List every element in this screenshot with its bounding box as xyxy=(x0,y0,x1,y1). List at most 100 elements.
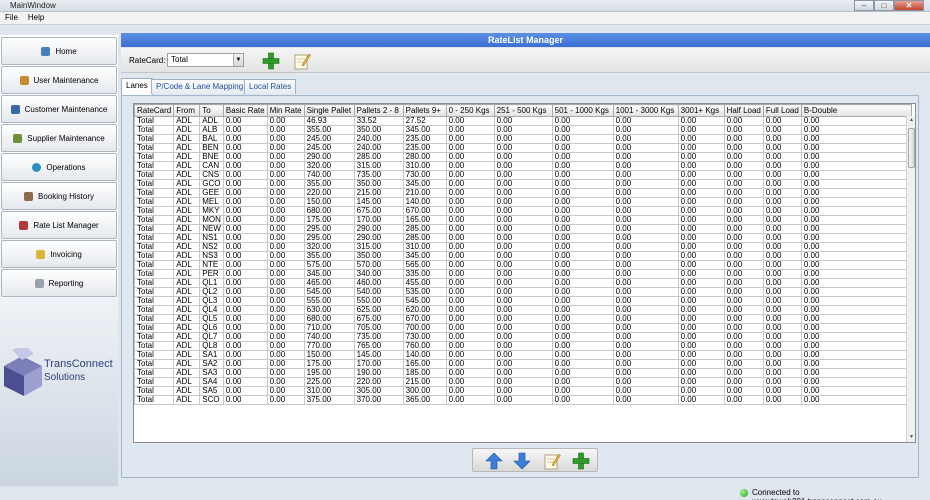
table-cell[interactable]: 0.00 xyxy=(445,341,495,351)
table-cell[interactable]: 0.00 xyxy=(677,206,725,216)
table-cell[interactable]: 0.00 xyxy=(222,170,268,180)
table-cell[interactable]: 0.00 xyxy=(612,233,679,243)
table-cell[interactable]: 0.00 xyxy=(551,350,614,360)
table-cell[interactable]: 46.93 xyxy=(303,116,355,126)
table-cell[interactable]: 770.00 xyxy=(303,341,355,351)
table-cell[interactable]: 0.00 xyxy=(222,197,268,207)
table-cell[interactable]: 355.00 xyxy=(303,179,355,189)
table-cell[interactable]: 0.00 xyxy=(551,368,614,378)
table-cell[interactable]: 0.00 xyxy=(266,305,305,315)
table-row[interactable]: Total ADL NS3 0.00 0.00 355.00 350.00 345.00 0.0… xyxy=(134,251,912,261)
table-cell[interactable]: 0.00 xyxy=(723,296,764,306)
table-cell[interactable]: 0.00 xyxy=(551,233,614,243)
table-cell[interactable]: 150.00 xyxy=(303,350,355,360)
table-cell[interactable]: 730.00 xyxy=(402,170,447,180)
table-cell[interactable]: 0.00 xyxy=(800,350,912,360)
table-cell[interactable]: 0.00 xyxy=(762,242,802,252)
table-cell[interactable]: 0.00 xyxy=(677,170,725,180)
table-cell[interactable]: 0.00 xyxy=(723,188,764,198)
table-cell[interactable]: 0.00 xyxy=(445,314,495,324)
table-cell[interactable]: 0.00 xyxy=(612,215,679,225)
table-cell[interactable]: 295.00 xyxy=(303,224,355,234)
table-cell[interactable]: 545.00 xyxy=(303,287,355,297)
table-cell[interactable]: Total xyxy=(134,359,175,369)
table-cell[interactable]: 625.00 xyxy=(353,305,404,315)
table-cell[interactable]: 0.00 xyxy=(612,332,679,342)
table-cell[interactable]: NTE xyxy=(199,260,224,270)
table-cell[interactable]: 0.00 xyxy=(266,197,305,207)
table-cell[interactable]: 0.00 xyxy=(723,125,764,135)
table-cell[interactable]: 370.00 xyxy=(353,395,404,405)
table-cell[interactable]: 0.00 xyxy=(677,314,725,324)
table-cell[interactable]: 0.00 xyxy=(222,125,268,135)
table-cell[interactable]: 0.00 xyxy=(266,233,305,243)
table-cell[interactable]: 240.00 xyxy=(353,143,404,153)
table-cell[interactable]: 0.00 xyxy=(800,386,912,396)
table-cell[interactable]: 0.00 xyxy=(762,359,802,369)
table-cell[interactable]: 0.00 xyxy=(762,368,802,378)
table-cell[interactable]: Total xyxy=(134,224,175,234)
column-header[interactable]: Pallets 2 - 8 xyxy=(353,104,404,117)
sidebar-item-operations[interactable]: Operations xyxy=(1,153,117,181)
table-cell[interactable]: 0.00 xyxy=(762,215,802,225)
table-cell[interactable]: 0.00 xyxy=(222,143,268,153)
table-cell[interactable]: 0.00 xyxy=(762,314,802,324)
table-cell[interactable]: 0.00 xyxy=(612,359,679,369)
table-cell[interactable]: GEE xyxy=(199,188,224,198)
table-cell[interactable]: 0.00 xyxy=(677,332,725,342)
table-cell[interactable]: 0.00 xyxy=(677,242,725,252)
table-cell[interactable]: Total xyxy=(134,386,175,396)
table-cell[interactable]: 0.00 xyxy=(723,233,764,243)
table-cell[interactable]: 150.00 xyxy=(303,197,355,207)
table-cell[interactable]: 0.00 xyxy=(677,251,725,261)
table-cell[interactable]: 290.00 xyxy=(303,152,355,162)
table-cell[interactable]: ADL xyxy=(173,224,201,234)
table-cell[interactable]: 0.00 xyxy=(800,125,912,135)
table-cell[interactable]: 185.00 xyxy=(402,368,447,378)
table-cell[interactable]: SA3 xyxy=(199,368,224,378)
table-row[interactable]: Total ADL QL7 0.00 0.00 740.00 735.00 730.00 0.0… xyxy=(134,332,912,342)
table-cell[interactable]: 350.00 xyxy=(353,179,404,189)
table-cell[interactable]: 0.00 xyxy=(493,224,553,234)
table-cell[interactable]: 0.00 xyxy=(723,350,764,360)
table-cell[interactable]: 0.00 xyxy=(762,134,802,144)
table-cell[interactable]: 0.00 xyxy=(222,260,268,270)
table-cell[interactable]: 0.00 xyxy=(266,242,305,252)
table-cell[interactable]: 0.00 xyxy=(266,359,305,369)
table-cell[interactable]: 0.00 xyxy=(800,206,912,216)
table-cell[interactable]: ADL xyxy=(173,377,201,387)
table-row[interactable]: Total ADL BAL 0.00 0.00 245.00 240.00 235.00 0.0… xyxy=(134,134,912,144)
table-cell[interactable]: 0.00 xyxy=(677,260,725,270)
table-cell[interactable]: 0.00 xyxy=(612,251,679,261)
table-cell[interactable]: 0.00 xyxy=(723,197,764,207)
table-cell[interactable]: 0.00 xyxy=(762,296,802,306)
table-cell[interactable]: Total xyxy=(134,206,175,216)
table-cell[interactable]: 730.00 xyxy=(402,332,447,342)
table-cell[interactable]: ADL xyxy=(173,161,201,171)
table-cell[interactable]: 0.00 xyxy=(445,350,495,360)
table-cell[interactable]: 0.00 xyxy=(612,260,679,270)
table-cell[interactable]: 0.00 xyxy=(493,116,553,126)
table-cell[interactable]: 0.00 xyxy=(222,269,268,279)
table-row[interactable]: Total ADL QL4 0.00 0.00 630.00 625.00 620.00 0.0… xyxy=(134,305,912,315)
table-cell[interactable]: ADL xyxy=(173,368,201,378)
table-cell[interactable]: 220.00 xyxy=(353,377,404,387)
table-cell[interactable]: 0.00 xyxy=(493,170,553,180)
table-cell[interactable]: 0.00 xyxy=(445,161,495,171)
table-cell[interactable]: 0.00 xyxy=(266,134,305,144)
table-cell[interactable]: Total xyxy=(134,305,175,315)
table-cell[interactable]: 0.00 xyxy=(800,377,912,387)
table-cell[interactable]: 215.00 xyxy=(402,377,447,387)
table-row[interactable]: Total ADL NTE 0.00 0.00 575.00 570.00 565.00 0.0… xyxy=(134,260,912,270)
table-cell[interactable]: ALB xyxy=(199,125,224,135)
column-header[interactable]: To xyxy=(199,104,224,117)
table-cell[interactable]: 0.00 xyxy=(222,224,268,234)
table-cell[interactable]: 735.00 xyxy=(353,332,404,342)
table-cell[interactable]: Total xyxy=(134,395,175,405)
table-cell[interactable]: 0.00 xyxy=(762,233,802,243)
table-cell[interactable]: 0.00 xyxy=(723,341,764,351)
table-cell[interactable]: Total xyxy=(134,251,175,261)
table-cell[interactable]: 0.00 xyxy=(677,179,725,189)
table-cell[interactable]: 0.00 xyxy=(762,377,802,387)
table-cell[interactable]: 0.00 xyxy=(445,296,495,306)
